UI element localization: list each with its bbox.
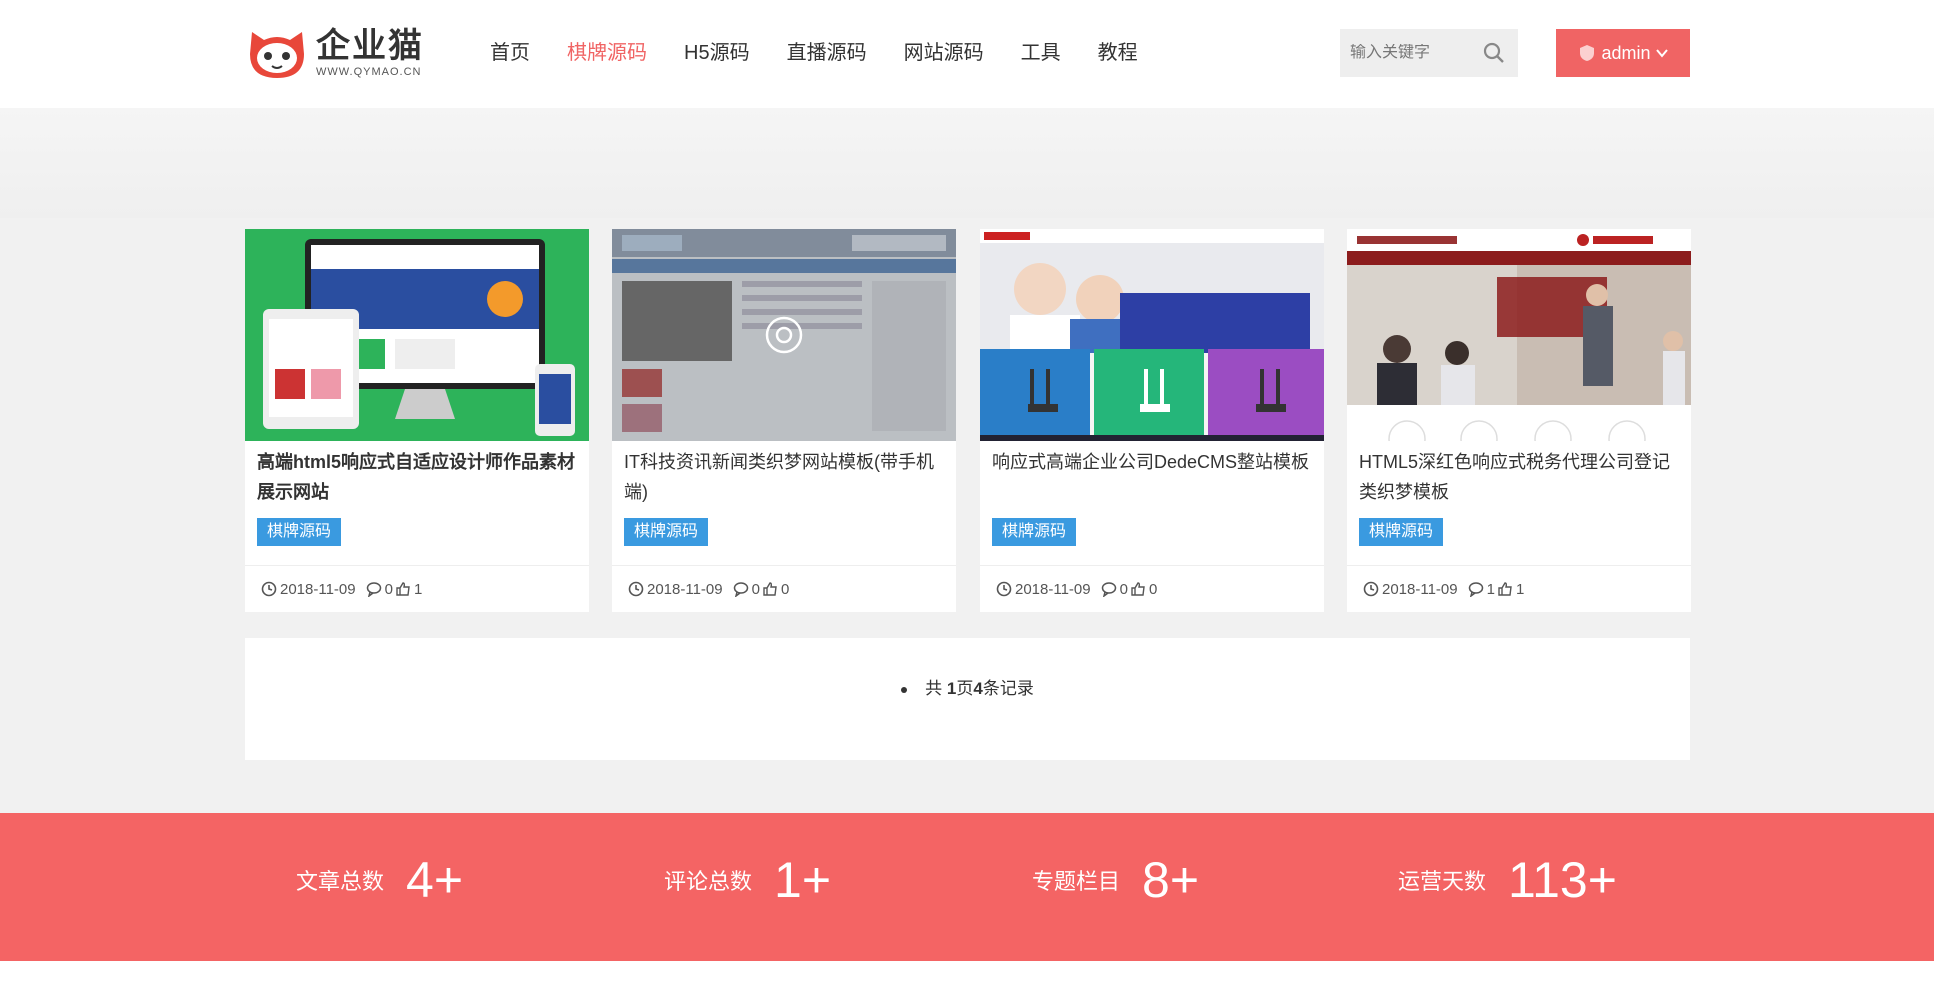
stat-label: 文章总数 [296, 869, 385, 894]
stat-label: 评论总数 [664, 869, 753, 894]
pagination-pages: 1 [946, 679, 957, 698]
user-menu-button[interactable]: admin [1556, 29, 1690, 77]
clock-icon [996, 581, 1012, 597]
article-title[interactable]: 响应式高端企业公司DedeCMS整站模板 [992, 447, 1314, 477]
comment-count: 0 [1119, 580, 1128, 598]
nav-tutorials[interactable]: 教程 [1098, 38, 1138, 68]
search-box [1340, 29, 1518, 77]
clock-icon [628, 581, 644, 597]
pagination-suffix: 条记录 [982, 679, 1034, 698]
like-count: 0 [1148, 580, 1158, 598]
chevron-down-icon [1655, 49, 1668, 58]
category-tag[interactable]: 棋牌源码 [257, 518, 342, 546]
article-date: 2018-11-09 [1015, 580, 1091, 598]
comment-icon [733, 582, 748, 597]
logo[interactable]: 企业猫 WWW.QYMAO.CN [246, 24, 424, 82]
logo-domain: WWW.QYMAO.CN [316, 66, 422, 78]
stat-label: 专题栏目 [1032, 869, 1121, 894]
clock-icon [261, 581, 277, 597]
article-date: 2018-11-09 [647, 580, 723, 598]
article-thumbnail[interactable] [980, 229, 1324, 441]
like-count: 0 [780, 580, 790, 598]
like-count: 1 [413, 580, 423, 598]
pagination-prefix: 共 [925, 679, 947, 698]
article-thumbnail[interactable] [245, 229, 589, 441]
article-thumbnail[interactable] [612, 229, 956, 441]
article-meta: 2018-11-09 0 1 [245, 565, 589, 612]
article-card[interactable]: 高端html5响应式自适应设计师作品素材展示网站 棋牌源码 2018-11-09… [245, 229, 589, 612]
article-meta: 2018-11-09 0 0 [980, 565, 1324, 612]
stat-articles: 文章总数 4+ [296, 851, 463, 909]
stat-value: 4+ [406, 852, 464, 908]
nav-live-source[interactable]: 直播源码 [787, 38, 867, 68]
hero-band [0, 108, 1934, 218]
search-input[interactable] [1350, 44, 1480, 62]
pagination-info: 共 1页4条记录 [245, 674, 1690, 699]
thumbs-up-icon[interactable] [1497, 581, 1513, 597]
stat-days: 运营天数 113+ [1398, 851, 1617, 909]
article-thumbnail[interactable] [1347, 229, 1691, 441]
category-tag[interactable]: 棋牌源码 [992, 518, 1077, 546]
cat-logo-icon [246, 24, 308, 82]
nav-tools[interactable]: 工具 [1021, 38, 1061, 68]
shield-icon [1580, 45, 1595, 61]
article-card[interactable]: IT科技资讯新闻类织梦网站模板(带手机端) 棋牌源码 2018-11-09 0 … [612, 229, 956, 612]
like-count: 1 [1515, 580, 1525, 598]
stat-value: 1+ [774, 852, 832, 908]
bullet-icon [901, 686, 908, 693]
nav-chess-source[interactable]: 棋牌源码 [567, 38, 647, 68]
user-name: admin [1601, 42, 1651, 63]
footer [0, 961, 1934, 985]
stat-value: 113+ [1508, 852, 1617, 908]
pagination-records: 4 [973, 679, 983, 698]
thumbs-up-icon[interactable] [1130, 581, 1146, 597]
comment-icon [366, 582, 381, 597]
article-title[interactable]: HTML5深红色响应式税务代理公司登记类织梦模板 [1359, 447, 1681, 507]
thumbs-up-icon[interactable] [395, 581, 411, 597]
stat-value: 8+ [1142, 852, 1200, 908]
comment-icon [1468, 582, 1483, 597]
article-date: 2018-11-09 [1382, 580, 1458, 598]
article-title[interactable]: 高端html5响应式自适应设计师作品素材展示网站 [257, 447, 579, 507]
article-title[interactable]: IT科技资讯新闻类织梦网站模板(带手机端) [624, 447, 946, 507]
clock-icon [1363, 581, 1379, 597]
search-icon[interactable] [1482, 41, 1506, 65]
stat-label: 运营天数 [1398, 869, 1487, 894]
comment-icon [1101, 582, 1116, 597]
article-card[interactable]: 响应式高端企业公司DedeCMS整站模板 棋牌源码 2018-11-09 0 0 [980, 229, 1324, 612]
article-meta: 2018-11-09 0 0 [612, 565, 956, 612]
nav-home[interactable]: 首页 [490, 38, 530, 68]
article-card[interactable]: HTML5深红色响应式税务代理公司登记类织梦模板 棋牌源码 2018-11-09… [1347, 229, 1691, 612]
comment-count: 0 [384, 580, 393, 598]
site-header: 企业猫 WWW.QYMAO.CN 首页 棋牌源码 H5源码 直播源码 网站源码 … [0, 0, 1934, 108]
category-tag[interactable]: 棋牌源码 [1359, 518, 1444, 546]
nav-website-source[interactable]: 网站源码 [904, 38, 984, 68]
article-meta: 2018-11-09 1 1 [1347, 565, 1691, 612]
article-date: 2018-11-09 [280, 580, 356, 598]
comment-count: 0 [751, 580, 760, 598]
main-nav: 首页 棋牌源码 H5源码 直播源码 网站源码 工具 教程 [490, 38, 1175, 68]
nav-h5-source[interactable]: H5源码 [684, 38, 750, 68]
comment-count: 1 [1486, 580, 1495, 598]
stat-topics: 专题栏目 8+ [1032, 851, 1199, 909]
site-stats: 文章总数 4+ 评论总数 1+ 专题栏目 8+ 运营天数 113+ [0, 813, 1934, 961]
category-tag[interactable]: 棋牌源码 [624, 518, 709, 546]
pagination-mid: 页 [956, 679, 974, 698]
stat-comments: 评论总数 1+ [664, 851, 831, 909]
logo-name: 企业猫 [316, 27, 424, 65]
thumbs-up-icon[interactable] [762, 581, 778, 597]
pagination: 共 1页4条记录 [245, 638, 1690, 760]
